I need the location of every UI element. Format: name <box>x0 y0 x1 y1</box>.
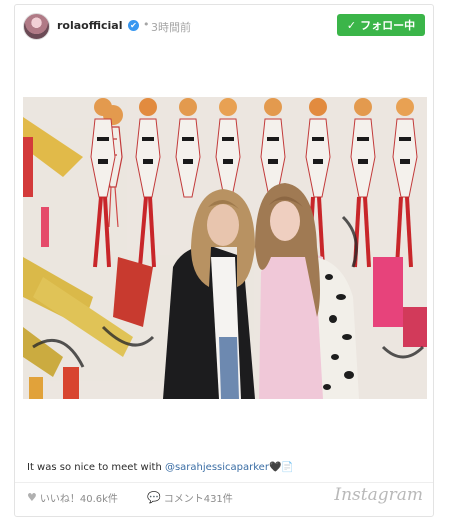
comments-label: コメント431件 <box>163 494 233 505</box>
check-icon: ✓ <box>346 18 357 32</box>
post-caption: It was so nice to meet with @sarahjessic… <box>27 462 294 473</box>
follow-button[interactable]: ✓ フォロー中 <box>337 14 425 36</box>
instagram-embed-card: rolaofficial ✔ • 3時間前 ✓ フォロー中 It was so … <box>14 4 434 517</box>
heart-icon: ♥ <box>27 491 37 504</box>
verified-badge-icon: ✔ <box>128 20 139 31</box>
separator-dot: • <box>143 18 150 31</box>
instagram-logo[interactable]: Instagram <box>334 485 423 505</box>
comments-count[interactable]: 💬 コメント431件 <box>147 490 233 505</box>
footer-divider <box>15 482 433 483</box>
post-timestamp[interactable]: 3時間前 <box>151 19 191 35</box>
avatar[interactable] <box>23 13 50 40</box>
likes-label: いいね！40.6k件 <box>39 494 118 505</box>
post-header: rolaofficial ✔ • 3時間前 ✓ フォロー中 <box>15 5 433 49</box>
likes-count[interactable]: ♥ いいね！40.6k件 <box>27 490 118 505</box>
photo-illustration <box>23 97 427 399</box>
username-link[interactable]: rolaofficial <box>57 19 122 32</box>
caption-text: It was so nice to meet with <box>27 462 165 473</box>
caption-emoji: 🖤📄 <box>268 462 294 473</box>
comment-bubble-icon: 💬 <box>147 491 161 504</box>
follow-label: フォロー中 <box>360 19 416 32</box>
post-photo[interactable] <box>23 97 427 399</box>
mention-link[interactable]: @sarahjessicaparker <box>165 462 269 473</box>
